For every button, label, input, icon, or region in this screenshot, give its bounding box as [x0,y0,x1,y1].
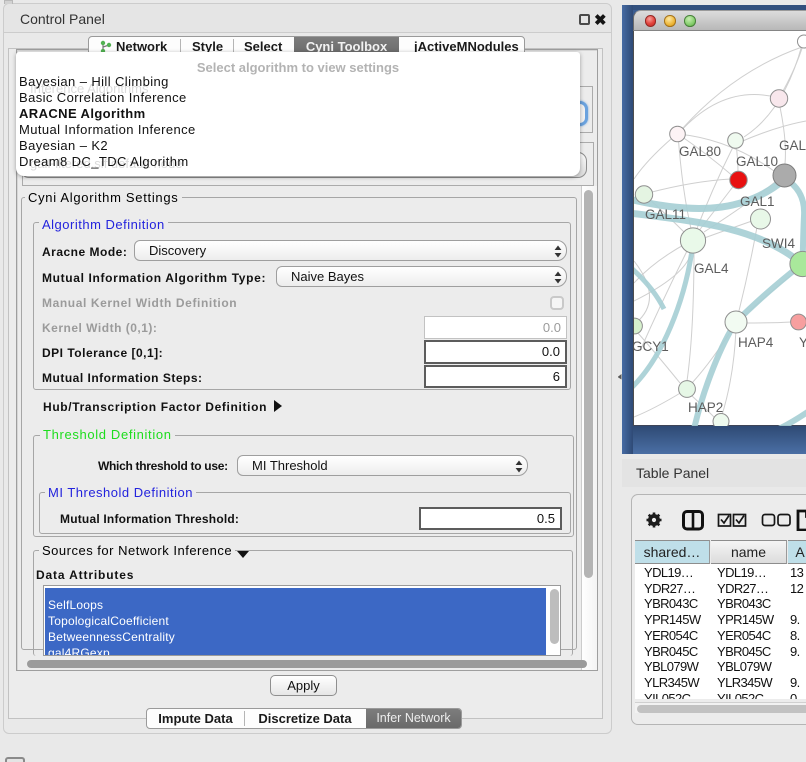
svg-text:GCY1: GCY1 [634,339,669,354]
svg-text:GAL80: GAL80 [679,144,721,159]
svg-text:SWI4: SWI4 [762,236,795,251]
svg-text:GAL4: GAL4 [694,261,729,276]
svg-text:Y: Y [799,335,806,350]
svg-text:GAL1: GAL1 [740,194,775,209]
svg-text:GAL11: GAL11 [645,207,686,222]
svg-text:GAL10: GAL10 [736,154,778,169]
svg-text:HAP2: HAP2 [688,400,723,415]
svg-text:HAP4: HAP4 [738,335,774,350]
svg-text:GAL: GAL [779,138,806,153]
